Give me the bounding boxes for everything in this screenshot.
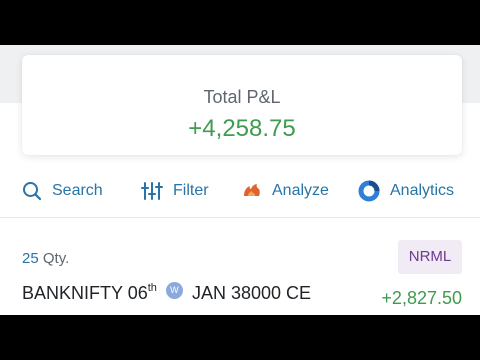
position-pnl: +2,827.50	[381, 288, 462, 308]
analyze-flame-icon	[242, 182, 262, 200]
position-quantity: 25 Qty.	[22, 250, 69, 267]
quantity-unit: Qty.	[42, 250, 70, 267]
search-button[interactable]: Search	[22, 177, 103, 205]
filter-button[interactable]: Filter	[141, 177, 209, 205]
analytics-ring-icon	[358, 180, 380, 202]
analyze-button[interactable]: Analyze	[242, 177, 329, 205]
analytics-label: Analytics	[390, 182, 455, 199]
weekly-expiry-badge: W	[165, 282, 183, 299]
instrument-symbol: BANKNIFTY 06	[22, 283, 148, 303]
positions-screen: Total P&L +4,258.75 Search Filter Analyz…	[0, 45, 480, 315]
analyze-label: Analyze	[272, 182, 329, 199]
expiry-day-suffix: th	[147, 282, 157, 294]
instrument-name: BANKNIFTY 06th W JAN 38000 CE	[22, 282, 311, 304]
filter-label: Filter	[173, 182, 209, 199]
filter-sliders-icon	[141, 181, 163, 201]
positions-toolbar: Search Filter Analyze Analytics	[0, 171, 480, 211]
search-icon	[22, 181, 42, 201]
total-pnl-value: +4,258.75	[188, 115, 296, 142]
analytics-button[interactable]: Analytics	[358, 177, 454, 205]
quantity-number: 25	[22, 250, 39, 267]
position-row[interactable]: 25 Qty. NRML BANKNIFTY 06th W JAN 38000 …	[0, 218, 480, 315]
total-pnl-label: Total P&L	[203, 87, 281, 107]
total-pnl-card: Total P&L +4,258.75	[22, 55, 462, 155]
instrument-contract: JAN 38000 CE	[191, 283, 312, 303]
product-type-badge: NRML	[398, 240, 462, 274]
search-label: Search	[52, 182, 103, 199]
